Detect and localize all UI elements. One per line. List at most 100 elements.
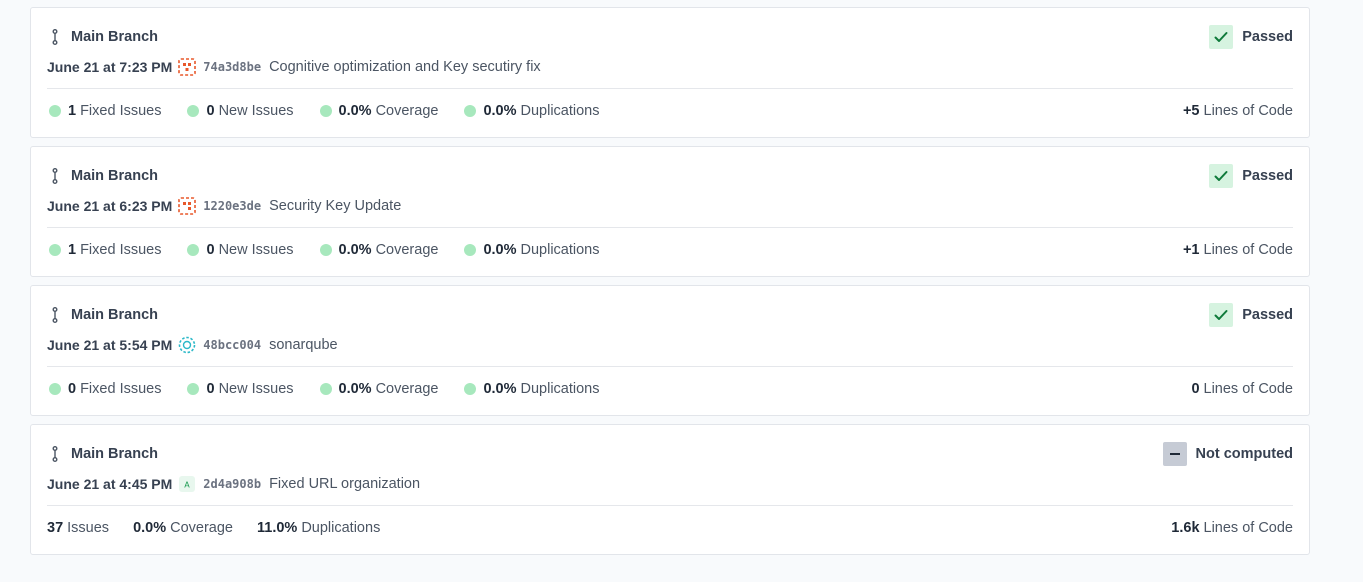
analysis-date: June 21 at 7:23 PM: [47, 59, 173, 75]
status-dot-icon: [464, 383, 477, 395]
status-dot-icon: [49, 383, 61, 395]
analysis-card[interactable]: Main Branch Not computed June 21 at 4:45…: [30, 424, 1310, 555]
metric-value: 0.0%: [338, 381, 372, 397]
metric-value: 0: [68, 381, 77, 397]
commit-message: Cognitive optimization and Key secutiry …: [269, 59, 541, 75]
commit-hash[interactable]: 74a3d8be: [203, 60, 261, 74]
quality-gate-status: Not computed: [1162, 442, 1293, 466]
metric-value: 0: [1191, 381, 1200, 397]
lines-of-code-metric[interactable]: 1.6k Lines of Code: [1171, 518, 1293, 538]
coverage-metric[interactable]: 0.0% Coverage: [133, 520, 233, 536]
metric-value: 0.0%: [338, 103, 372, 119]
metric-label: Duplications: [301, 520, 381, 536]
check-icon: [1209, 303, 1234, 327]
lines-of-code-metric[interactable]: +5 Lines of Code: [1183, 101, 1293, 121]
branch-name: Main Branch: [71, 168, 159, 184]
status-label: Passed: [1242, 307, 1293, 323]
commit-hash[interactable]: 1220e3de: [203, 199, 261, 213]
metric-label: Duplications: [520, 103, 600, 119]
metric-label: New Issues: [218, 381, 294, 397]
metric-value: 0: [206, 103, 215, 119]
metric-label: Fixed Issues: [80, 103, 162, 119]
metric-label: Fixed Issues: [80, 242, 162, 258]
metric-value: 0: [206, 242, 215, 258]
commit-message: Security Key Update: [269, 198, 402, 214]
metric-label: Issues: [67, 520, 110, 536]
analysis-card[interactable]: Main Branch Passed June 21 at 5:54 PM 48…: [30, 285, 1310, 416]
identicon-teal-icon: [178, 336, 196, 354]
duplications-metric[interactable]: 0.0% Duplications: [462, 103, 600, 119]
metric-value: +1: [1182, 242, 1200, 258]
analysis-date: June 21 at 5:54 PM: [47, 337, 173, 353]
branch-icon: [47, 445, 63, 463]
issues-metric[interactable]: 37 Issues: [47, 520, 109, 536]
metric-label: New Issues: [218, 103, 294, 119]
analysis-date: June 21 at 4:45 PM: [47, 476, 173, 492]
commit-hash[interactable]: 2d4a908b: [203, 477, 261, 491]
commit-message: Fixed URL organization: [269, 476, 421, 492]
new-issues-metric[interactable]: 0 New Issues: [185, 381, 294, 397]
status-dot-icon: [464, 105, 477, 117]
divider: [47, 366, 1293, 367]
metric-value: 37: [47, 520, 64, 536]
fixed-issues-metric[interactable]: 0 Fixed Issues: [47, 381, 161, 397]
metric-label: Coverage: [170, 520, 233, 536]
svg-text:A: A: [185, 481, 191, 490]
duplications-metric[interactable]: 0.0% Duplications: [462, 381, 600, 397]
branch-name: Main Branch: [71, 29, 159, 45]
coverage-metric[interactable]: 0.0% Coverage: [318, 103, 439, 119]
lines-of-code-metric[interactable]: 0 Lines of Code: [1191, 379, 1293, 399]
metric-value: 1: [68, 103, 77, 119]
status-dot-icon: [187, 105, 200, 117]
metric-value: 0.0%: [338, 242, 372, 258]
metric-label: Lines of Code: [1203, 520, 1293, 536]
status-dot-icon: [187, 383, 200, 395]
metric-value: 0: [206, 381, 215, 397]
analysis-date: June 21 at 6:23 PM: [47, 198, 173, 214]
minus-icon: [1162, 442, 1187, 466]
metrics-row: 1 Fixed Issues 0 New Issues 0.0% Coverag…: [47, 101, 624, 121]
lines-of-code-metric[interactable]: +1 Lines of Code: [1183, 240, 1293, 260]
metric-label: Lines of Code: [1203, 103, 1293, 119]
status-dot-icon: [464, 244, 477, 256]
analysis-card[interactable]: Main Branch Passed June 21 at 6:23 PM 12…: [30, 146, 1310, 277]
duplications-metric[interactable]: 11.0% Duplications: [257, 520, 380, 536]
metric-label: Coverage: [375, 103, 439, 119]
metric-label: Duplications: [520, 381, 600, 397]
quality-gate-status: Passed: [1209, 25, 1293, 49]
metric-label: Lines of Code: [1203, 381, 1293, 397]
metric-value: 0.0%: [483, 103, 517, 119]
status-dot-icon: [319, 383, 332, 395]
branch-icon: [47, 167, 63, 185]
metric-label: Lines of Code: [1203, 242, 1293, 258]
metric-value: 0.0%: [483, 242, 517, 258]
commit-hash[interactable]: 48bcc004: [203, 338, 261, 352]
check-icon: [1209, 25, 1234, 49]
fixed-issues-metric[interactable]: 1 Fixed Issues: [47, 103, 161, 119]
identicon-orange-icon: [178, 197, 197, 215]
coverage-metric[interactable]: 0.0% Coverage: [318, 381, 439, 397]
status-dot-icon: [319, 244, 332, 256]
metric-value: 0.0%: [133, 520, 167, 536]
status-dot-icon: [187, 244, 200, 256]
metrics-row: 1 Fixed Issues 0 New Issues 0.0% Coverag…: [47, 240, 624, 260]
divider: [47, 88, 1293, 89]
new-issues-metric[interactable]: 0 New Issues: [185, 103, 294, 119]
metrics-row: 0 Fixed Issues 0 New Issues 0.0% Coverag…: [47, 379, 624, 399]
new-issues-metric[interactable]: 0 New Issues: [185, 242, 294, 258]
status-label: Passed: [1242, 168, 1293, 184]
analysis-card[interactable]: Main Branch Passed June 21 at 7:23 PM 74…: [30, 7, 1310, 138]
quality-gate-status: Passed: [1209, 303, 1293, 327]
fixed-issues-metric[interactable]: 1 Fixed Issues: [47, 242, 161, 258]
branch-name: Main Branch: [71, 446, 159, 462]
metric-label: Duplications: [520, 242, 600, 258]
coverage-metric[interactable]: 0.0% Coverage: [318, 242, 438, 258]
metric-value: 1.6k: [1171, 520, 1200, 536]
metric-label: Coverage: [375, 381, 439, 397]
metric-value: 11.0%: [257, 520, 298, 536]
status-dot-icon: [319, 105, 332, 117]
status-dot-icon: [49, 105, 61, 117]
status-dot-icon: [49, 244, 61, 256]
duplications-metric[interactable]: 0.0% Duplications: [462, 242, 600, 258]
analysis-list: Main Branch Passed June 21 at 7:23 PM 74…: [30, 7, 1310, 563]
